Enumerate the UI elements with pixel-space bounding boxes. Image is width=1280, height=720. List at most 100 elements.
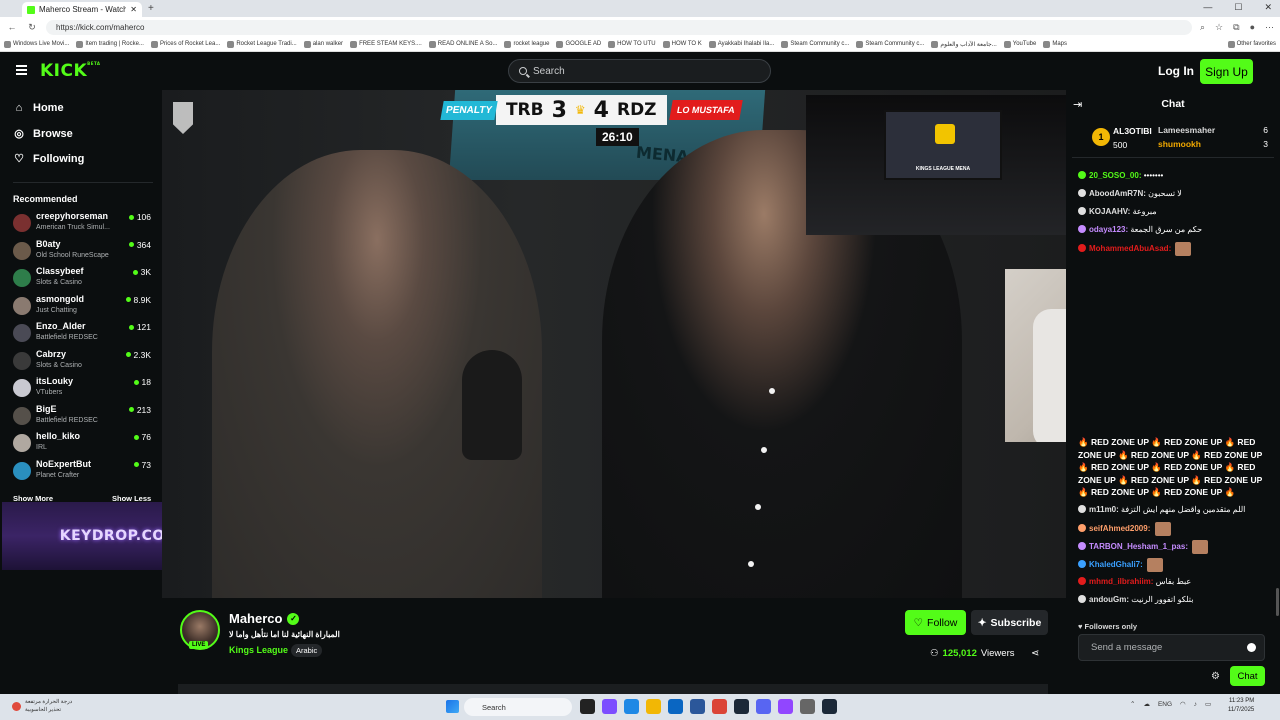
bookmark-item[interactable]: Steam Community c... <box>856 40 924 48</box>
back-icon[interactable]: ← <box>6 22 18 32</box>
bookmark-item[interactable]: Item trading | Rocke... <box>76 40 144 48</box>
close-window-icon[interactable]: ✕ <box>1264 2 1272 13</box>
menu-icon[interactable]: ⋯ <box>1265 22 1274 33</box>
sidebar-channel[interactable]: B0aty Old School RuneScape 364 <box>13 239 153 265</box>
battery-icon[interactable]: ▭ <box>1205 700 1211 708</box>
nav-browse[interactable]: ◎ Browse <box>13 127 73 141</box>
lang-indicator[interactable]: ENG <box>1158 701 1172 708</box>
sidebar-channel[interactable]: BigE Battlefield REDSEC 213 <box>13 404 153 430</box>
kick-logo[interactable]: KICKBETA <box>40 61 100 81</box>
settings-icon[interactable] <box>800 699 815 714</box>
outlook-icon[interactable] <box>668 699 683 714</box>
star-icon[interactable]: ☆ <box>1215 22 1223 33</box>
sidebar-channel[interactable]: itsLouky VTubers 18 <box>13 376 153 402</box>
maximize-icon[interactable]: ☐ <box>1234 2 1242 13</box>
zoom-icon[interactable]: ⌕ <box>1200 22 1205 33</box>
follow-button[interactable]: ♡ Follow <box>905 610 966 635</box>
nav-home[interactable]: ⌂ Home <box>13 102 64 114</box>
weather-widget[interactable]: درجة الحرارة مرتفعة تحذير الحاسوبية <box>12 698 72 714</box>
steam-icon[interactable] <box>734 699 749 714</box>
bookmark-item[interactable]: Prices of Rocket Lea... <box>150 40 220 48</box>
chat-username[interactable]: 20_SOSO_00: <box>1089 171 1141 180</box>
channel-viewers: 2.3K <box>125 350 151 360</box>
speaker-icon[interactable]: ♪ <box>1194 701 1197 708</box>
chat-username[interactable]: seifAhmed2009: <box>1089 524 1150 533</box>
login-button[interactable]: Log In <box>1158 64 1194 78</box>
share-icon[interactable]: ⋖ <box>1031 648 1039 659</box>
sidebar-channel[interactable]: creepyhorseman American Truck Simul... 106 <box>13 211 153 237</box>
new-tab-button[interactable]: + <box>148 3 154 14</box>
chevron-up-icon[interactable]: ⌃ <box>1130 700 1135 708</box>
bookmark-item[interactable]: READ ONLINE A So... <box>428 40 497 48</box>
chat-username[interactable]: MohammedAbuAsad: <box>1089 244 1171 253</box>
sidebar-channel[interactable]: NoExpertBut Planet Crafter 73 <box>13 459 153 485</box>
discord-icon[interactable] <box>756 699 771 714</box>
cloud-icon[interactable]: ☁ <box>1143 700 1150 708</box>
app-icon[interactable] <box>602 699 617 714</box>
streamer-name[interactable]: Maherco ✓ <box>229 611 300 626</box>
subscribe-button[interactable]: ✦ Subscribe <box>971 610 1048 635</box>
bookmark-item[interactable]: HOW TO UTU <box>608 40 656 48</box>
scrollbar[interactable] <box>1276 588 1279 616</box>
url-field[interactable]: https://kick.com/maherco <box>46 19 1192 35</box>
chrome-icon[interactable] <box>712 699 727 714</box>
chat-username[interactable]: odaya123: <box>1089 225 1128 234</box>
video-player[interactable]: MENA PENALTY TRB 3 ♛ 4 RDZ LO MUSTAFA 26… <box>162 90 1066 598</box>
stream-category[interactable]: Kings League <box>229 645 288 655</box>
bookmark-item[interactable]: rocket league <box>504 40 549 48</box>
profile-icon[interactable]: ● <box>1250 22 1255 33</box>
gear-icon[interactable]: ⚙ <box>1211 671 1220 682</box>
chat-input[interactable]: Send a message <box>1078 634 1265 661</box>
sidebar-channel[interactable]: hello_kiko IRL 76 <box>13 431 153 457</box>
chat-username[interactable]: mhmd_ilbrahiim: <box>1089 577 1153 586</box>
close-tab-icon[interactable]: ✕ <box>130 5 137 14</box>
bookmark-item[interactable]: GOOGLE AD <box>556 40 601 48</box>
bookmark-item[interactable]: FREE STEAM KEYS.... <box>350 40 422 48</box>
menu-icon[interactable] <box>16 65 27 75</box>
bookmark-item[interactable]: Steam Community c... <box>781 40 849 48</box>
chat-username[interactable]: andouGm: <box>1089 595 1129 604</box>
bookmark-item[interactable]: جامعة الآداب والعلوم... <box>931 40 997 48</box>
search-input[interactable]: Search <box>508 59 771 83</box>
wifi-icon[interactable]: ◠ <box>1180 700 1186 708</box>
minimize-icon[interactable]: — <box>1203 2 1212 13</box>
steam-icon[interactable] <box>822 699 837 714</box>
nav-following[interactable]: ♡ Following <box>13 152 84 166</box>
badge-icon <box>1078 189 1086 197</box>
bookmark-item[interactable]: YouTube <box>1003 40 1036 48</box>
chat-username[interactable]: AboodAmR7N: <box>1089 189 1146 198</box>
chat-username[interactable]: TARBON_Hesham_1_pas: <box>1089 542 1188 551</box>
sidebar-channel[interactable]: asmongold Just Chatting 8.9K <box>13 294 153 320</box>
bookmark-item[interactable]: HOW TO K <box>662 40 702 48</box>
send-chat-button[interactable]: Chat <box>1230 666 1265 686</box>
language-tag[interactable]: Arabic <box>291 644 323 657</box>
bookmark-item[interactable]: Rocket League Tradi... <box>227 40 297 48</box>
chat-username[interactable]: KOJAAHV: <box>1089 207 1130 216</box>
browser-tab[interactable]: Maherco Stream - Watch Li... ✕ <box>22 2 142 17</box>
word-icon[interactable] <box>690 699 705 714</box>
edge-icon[interactable] <box>624 699 639 714</box>
chat-username[interactable]: KhaledGhali7: <box>1089 560 1143 569</box>
bookmark-item[interactable]: alan walker <box>303 40 343 48</box>
file-explorer-icon[interactable] <box>646 699 661 714</box>
app-icon[interactable] <box>778 699 793 714</box>
bookmark-item[interactable]: Ayakkabi Ihalabi Ila... <box>708 40 774 48</box>
other-favorites[interactable]: Other favorites <box>1227 40 1276 48</box>
emoji-icon[interactable] <box>1247 643 1256 652</box>
sidebar-channel[interactable]: Classybeef Slots & Casino 3K <box>13 266 153 292</box>
chat-username[interactable]: m11m0: <box>1089 505 1119 514</box>
leader-user[interactable]: Lameesmaher <box>1158 125 1215 135</box>
sidebar-channel[interactable]: Enzo_Alder Battlefield REDSEC 121 <box>13 321 153 347</box>
task-view-icon[interactable] <box>580 699 595 714</box>
refresh-icon[interactable]: ↻ <box>26 22 38 33</box>
windows-start-icon[interactable] <box>446 700 459 713</box>
system-clock[interactable]: 11:23 PM 11/7/2025 <box>1228 697 1254 715</box>
taskbar-search[interactable]: Search <box>464 698 572 716</box>
bookmark-item[interactable]: Windows Live Movi... <box>4 40 69 48</box>
leader-user[interactable]: shumookh <box>1158 139 1201 149</box>
extensions-icon[interactable]: ⧉ <box>1233 22 1239 33</box>
signup-button[interactable]: Sign Up <box>1200 59 1253 84</box>
sidebar-channel[interactable]: Cabrzy Slots & Casino 2.3K <box>13 349 153 375</box>
leader-user[interactable]: AL3OTIBI <box>1113 126 1152 136</box>
bookmark-item[interactable]: Maps <box>1043 40 1067 48</box>
